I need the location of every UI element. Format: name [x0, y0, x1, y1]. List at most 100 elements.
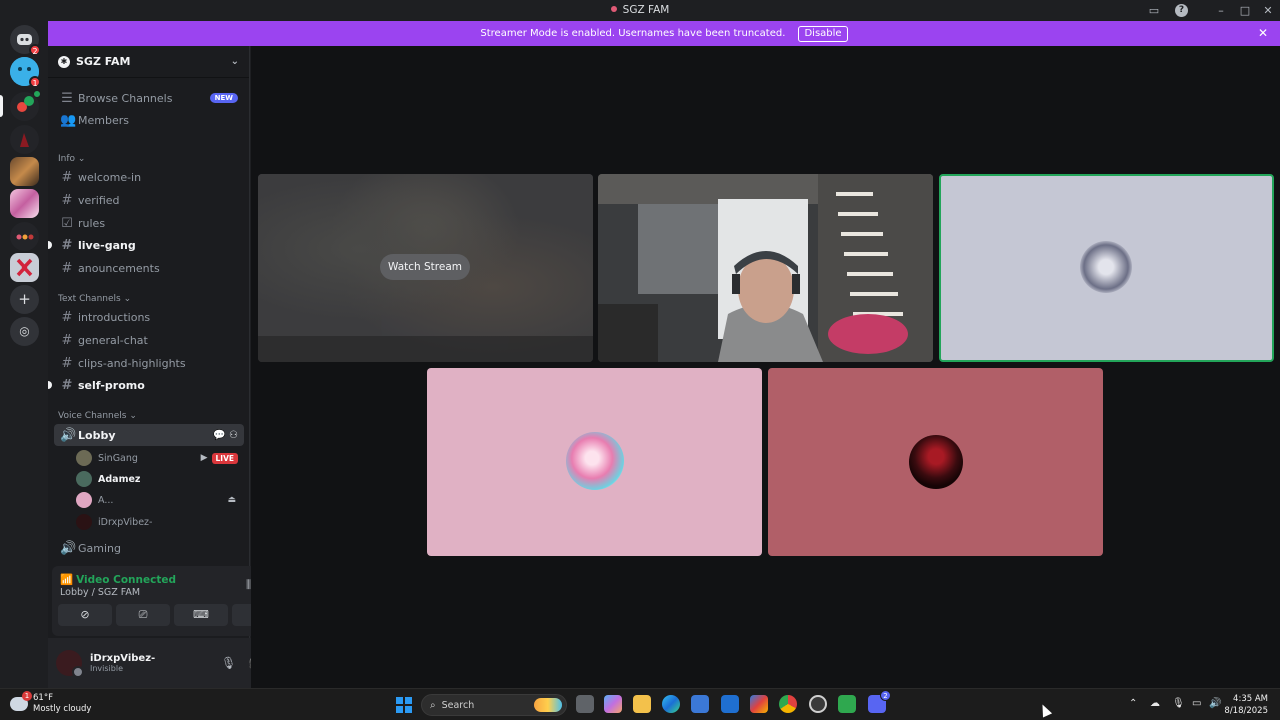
channel-sidebar: ✱ SGZ FAM ⌄ ☰ Browse Channels NEW 👥 Memb…	[48, 46, 298, 688]
server-avatar-5[interactable]	[10, 189, 39, 218]
signal-icon: 📶	[60, 574, 74, 586]
direct-messages-button[interactable]: 2	[10, 25, 41, 56]
category-info[interactable]: Info ⌄	[58, 154, 85, 164]
avatar	[76, 471, 92, 487]
display-tray-icon[interactable]: ▭	[1192, 698, 1201, 709]
stream-tile[interactable]: Watch Stream	[258, 174, 593, 362]
search-placeholder: Search	[441, 699, 475, 711]
activities-button[interactable]: ⌨	[174, 604, 228, 626]
channel-label: welcome-in	[78, 170, 142, 184]
voice-channel-gaming[interactable]: 🔊 Gaming	[54, 537, 244, 559]
voice-status-label: Video Connected	[76, 574, 176, 586]
chevron-up-icon[interactable]: ⌃	[1129, 698, 1137, 709]
weather-desc: Mostly cloudy	[33, 704, 92, 714]
user-name: iDrxpVibez-	[90, 653, 156, 664]
microphone-tray-icon[interactable]: 🎙	[1172, 698, 1185, 709]
user-tile[interactable]	[939, 174, 1274, 362]
list-icon: ☰	[61, 90, 73, 106]
server-boost-icon: ✱	[58, 55, 70, 68]
windows-start-icon[interactable]	[396, 697, 412, 713]
maximize-icon[interactable]: □	[1237, 3, 1253, 19]
server-avatar-1[interactable]: 1	[10, 57, 41, 88]
camera-tile[interactable]	[598, 174, 933, 362]
server-avatar-3[interactable]	[10, 125, 39, 154]
user-tile[interactable]	[768, 368, 1103, 556]
chrome-icon[interactable]	[779, 695, 797, 713]
browse-channels[interactable]: ☰ Browse Channels NEW	[54, 87, 244, 109]
volume-icon[interactable]: 🔊	[1209, 698, 1221, 709]
hash-icon: #	[61, 192, 73, 208]
channel-welcome-in[interactable]: # welcome-in	[54, 166, 244, 188]
minimize-icon[interactable]: –	[1213, 3, 1229, 19]
channel-label: anouncements	[78, 261, 160, 275]
store-icon[interactable]	[691, 695, 709, 713]
voice-user[interactable]: Adamez	[76, 469, 244, 489]
category-text-channels[interactable]: Text Channels ⌄	[58, 294, 131, 304]
server-6-logo-icon	[16, 234, 34, 240]
discover-compass-icon[interactable]: ◎	[10, 317, 39, 346]
banner-close-icon[interactable]: ✕	[1258, 26, 1268, 40]
selected-server-pill	[0, 95, 3, 117]
server-avatar-2[interactable]	[10, 90, 41, 121]
lobby-chat-icon[interactable]: 💬 ⚇	[213, 430, 238, 441]
user-tile[interactable]	[427, 368, 762, 556]
toggle-camera-button[interactable]: ⊘	[58, 604, 112, 626]
channel-live-gang[interactable]: # live-gang	[48, 234, 244, 256]
channel-rules[interactable]: ☑ rules	[54, 212, 244, 234]
user-info[interactable]: iDrxpVibez- Invisible	[90, 653, 155, 673]
share-screen-button[interactable]: ⎚	[116, 604, 170, 626]
hash-icon: #	[61, 260, 73, 276]
task-view-icon[interactable]	[576, 695, 594, 713]
weather-widget[interactable]: 1 61°F Mostly cloudy	[10, 691, 92, 715]
speaker-icon: 🔊	[60, 540, 77, 556]
copilot-icon[interactable]	[604, 695, 622, 713]
channel-introductions[interactable]: # introductions	[54, 306, 244, 328]
cloud-tray-icon[interactable]: ☁	[1150, 698, 1160, 709]
add-server-icon[interactable]: +	[10, 285, 39, 314]
discord-taskbar-icon[interactable]: 2	[868, 690, 891, 713]
close-window-icon[interactable]: ✕	[1260, 3, 1276, 19]
taskbar-clock[interactable]: 4:35 AM 8/18/2025	[1224, 693, 1268, 717]
server-2-dot	[33, 90, 41, 98]
game-app-icon[interactable]	[838, 695, 856, 713]
watch-stream-button[interactable]: Watch Stream	[380, 254, 470, 280]
hash-icon: #	[61, 309, 73, 325]
voice-user[interactable]: iDrxpVibez-	[76, 512, 244, 532]
channel-label: live-gang	[78, 238, 136, 252]
server-avatar-6[interactable]	[10, 222, 39, 251]
channel-anouncements[interactable]: # anouncements	[54, 257, 244, 279]
camera-icon: ▶	[200, 453, 208, 463]
avatar	[76, 514, 92, 530]
speaker-icon: 🔊	[60, 427, 77, 443]
help-icon[interactable]: ?	[1175, 4, 1188, 17]
server-avatar-7[interactable]	[10, 253, 39, 282]
user-avatar[interactable]	[56, 650, 84, 678]
rules-icon: ☑	[61, 215, 73, 231]
voice-user[interactable]: SinGang ▶ LIVE	[76, 448, 244, 468]
voice-channel-lobby[interactable]: 🔊 Lobby 💬 ⚇	[54, 424, 244, 446]
cloud-icon: 1	[10, 691, 32, 711]
office-icon[interactable]	[750, 695, 768, 713]
steam-icon[interactable]	[809, 695, 827, 713]
server-header[interactable]: ✱ SGZ FAM ⌄	[48, 46, 249, 78]
window-title: SGZ FAM	[0, 4, 1280, 16]
weather-badge: 1	[22, 691, 32, 701]
category-voice-channels[interactable]: Voice Channels ⌄	[58, 411, 137, 421]
server-avatar-4[interactable]	[10, 157, 39, 186]
avatar	[76, 450, 92, 466]
window-title-text: SGZ FAM	[622, 4, 670, 16]
channel-general-chat[interactable]: # general-chat	[54, 329, 244, 351]
outlook-icon[interactable]	[721, 695, 739, 713]
playstation-icon: ⏏	[227, 495, 236, 505]
taskbar-search[interactable]: ⌕ Search	[421, 694, 567, 716]
disable-button[interactable]: Disable	[798, 26, 848, 42]
microphone-icon[interactable]: 🎙	[221, 656, 236, 670]
inbox-icon[interactable]: ▭	[1146, 3, 1162, 19]
channel-clips-and-highlights[interactable]: # clips-and-highlights	[54, 352, 244, 374]
edge-icon[interactable]	[662, 695, 680, 713]
voice-user[interactable]: A... ⏏	[76, 490, 244, 510]
channel-self-promo[interactable]: # self-promo	[48, 374, 244, 396]
channel-verified[interactable]: # verified	[54, 189, 244, 211]
file-explorer-icon[interactable]	[633, 695, 651, 713]
members[interactable]: 👥 Members	[54, 109, 244, 131]
